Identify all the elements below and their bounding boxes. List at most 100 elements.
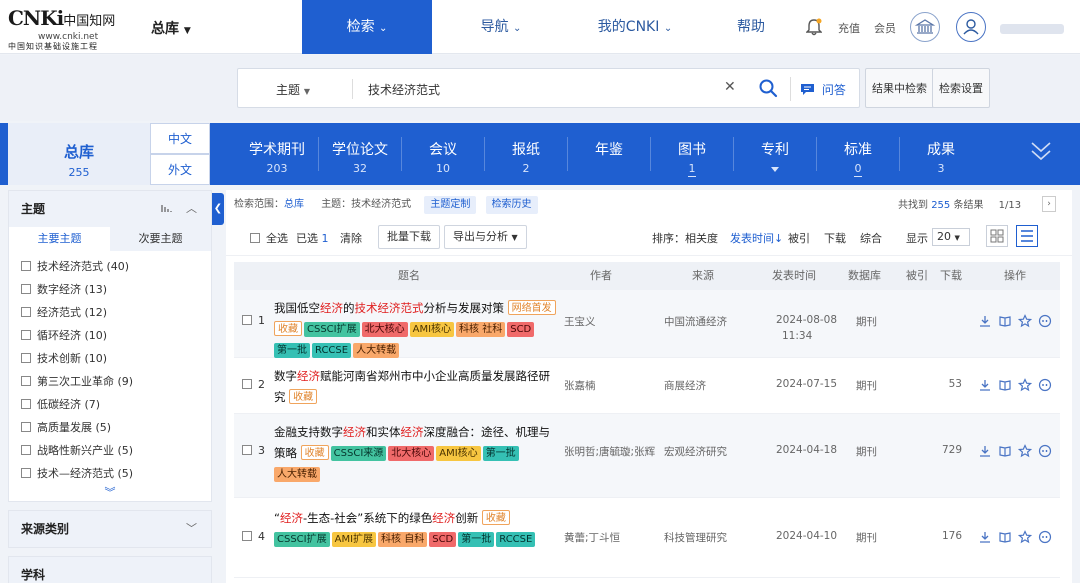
chevron-up-icon[interactable]: ︿ [186,202,197,215]
next-page-button[interactable]: › [1042,196,1056,212]
col-cited[interactable]: 被引 [906,262,928,290]
col-date[interactable]: 发表时间 [772,262,816,290]
source-facet-header[interactable]: 来源类别 ﹀ [9,511,211,547]
checkbox[interactable] [21,284,31,294]
article-title[interactable]: 金融支持数字经济和实体经济深度融合：途径、机理与策略 收藏 CSSCI来源 北大核心… [274,422,558,485]
tab-achievements[interactable]: 成果 3 [900,123,982,185]
nav-search[interactable]: 检索 ⌄ [302,0,432,54]
checkbox[interactable] [21,445,31,455]
facet-item[interactable]: 第三次工业革命 (9) [9,370,211,393]
facet-item[interactable]: 技术—经济范式 (5) [9,462,211,485]
quote-icon[interactable] [1038,378,1052,392]
source-cell[interactable]: 科技管理研究 [664,530,727,545]
recharge-link[interactable]: 充值 [838,20,860,36]
facet-item[interactable]: 高质量发展 (5) [9,416,211,439]
nav-help[interactable]: 帮助 [728,0,774,54]
article-title[interactable]: “经济-生态-社会”系统下的绿色经济创新 收藏CSSCI扩展 AMI扩展 科核 自科… [274,508,558,550]
page-size-select[interactable]: 20 ▼ [932,228,970,246]
tab-conferences[interactable]: 会议 10 [402,123,484,185]
user-avatar[interactable] [956,12,986,42]
col-title[interactable]: 题名 [398,262,420,290]
checkbox[interactable] [21,330,31,340]
facet-item[interactable]: 技术创新 (10) [9,347,211,370]
search-in-results-button[interactable]: 结果中检索 [865,68,934,108]
col-source[interactable]: 来源 [692,262,714,290]
nav-my-cnki[interactable]: 我的CNKI ⌄ [580,0,690,54]
sort-relevance[interactable]: 排序：相关度 [652,230,718,246]
export-analysis-button[interactable]: 导出与分析 ▼ [444,225,527,249]
tab-standards[interactable]: 标准 0 [817,123,899,185]
facet-item[interactable]: 低碳经济 (7) [9,393,211,416]
facet-item[interactable]: 技术经济范式 (40) [9,255,211,278]
favorite-tag[interactable]: 收藏 [481,510,510,525]
batch-download-button[interactable]: 批量下载 [378,225,440,249]
read-icon[interactable] [998,530,1012,544]
tab-all-databases[interactable]: 总库 255 [8,123,150,185]
facet-item[interactable]: 数字经济 (13) [9,278,211,301]
download-icon[interactable] [978,378,992,392]
tab-journals[interactable]: 学术期刊 203 [236,123,318,185]
star-icon[interactable] [1018,530,1032,544]
row-checkbox[interactable]: 1 [242,314,265,327]
grid-view-icon[interactable] [986,225,1008,247]
article-title[interactable]: 数字经济赋能河南省郑州市中小企业高质量发展路径研究 收藏 [274,366,558,408]
expand-more-icon[interactable]: ︾ [9,485,211,501]
search-icon[interactable] [758,78,778,98]
database-dropdown[interactable]: 总库 ▼ [151,18,191,38]
col-downloads[interactable]: 下载 [940,262,962,290]
qa-button[interactable]: 问答 [800,81,846,98]
star-icon[interactable] [1018,444,1032,458]
author-cell[interactable]: 张嘉楠 [564,378,596,393]
checkbox[interactable] [21,261,31,271]
checkbox[interactable] [21,468,31,478]
star-icon[interactable] [1018,314,1032,328]
read-icon[interactable] [998,378,1012,392]
author-cell[interactable]: 王宝义 [564,314,596,329]
facet-item[interactable]: 战略性新兴产业 (5) [9,439,211,462]
star-icon[interactable] [1018,378,1032,392]
facet-item[interactable]: 循环经济 (10) [9,324,211,347]
row-checkbox[interactable]: 2 [242,378,265,391]
download-icon[interactable] [978,444,992,458]
checkbox[interactable] [21,353,31,363]
download-icon[interactable] [978,314,992,328]
row-checkbox[interactable]: 3 [242,444,265,457]
sort-downloads[interactable]: 下载 [824,230,846,246]
search-input[interactable] [368,80,698,98]
sort-overall[interactable]: 综合 [860,230,882,246]
row-checkbox[interactable]: 4 [242,530,265,543]
checkbox[interactable] [21,307,31,317]
double-chevron-down-icon[interactable] [1028,137,1054,167]
cnki-logo[interactable]: CNKi中国知网 www.cnki.net 中国知识基础设施工程 [8,8,128,51]
quote-icon[interactable] [1038,444,1052,458]
tab-yearbooks[interactable]: 年鉴 [568,123,650,185]
collapse-sidebar-button[interactable]: ❮ [212,193,224,225]
facet-item[interactable]: 经济范式 (12) [9,301,211,324]
favorite-tag[interactable]: 收藏 [289,389,318,404]
topic-customize-chip[interactable]: 主题定制 [424,196,477,214]
search-settings-button[interactable]: 检索设置 [932,68,990,108]
bar-chart-icon[interactable] [160,203,173,213]
author-cell[interactable]: 黄蕾;丁斗恒 [564,530,620,545]
source-cell[interactable]: 商展经济 [664,378,706,393]
institution-button[interactable] [910,12,940,42]
favorite-tag[interactable]: 收藏 [274,321,302,336]
clear-icon[interactable]: ✕ [724,79,736,95]
search-history-chip[interactable]: 检索历史 [485,196,538,214]
quote-icon[interactable] [1038,314,1052,328]
tab-theses[interactable]: 学位论文 32 [319,123,401,185]
tab-patents[interactable]: 专利 [734,123,816,185]
list-view-icon[interactable] [1016,225,1038,247]
select-all-checkbox[interactable]: 全选 [250,230,288,246]
checkbox[interactable] [21,399,31,409]
chevron-down-icon[interactable]: ﹀ [186,511,197,547]
member-link[interactable]: 会员 [874,20,896,36]
read-icon[interactable] [998,314,1012,328]
favorite-tag[interactable]: 收藏 [300,445,329,460]
col-database[interactable]: 数据库 [848,262,881,290]
subject-facet-header[interactable]: 学科 [9,557,211,583]
article-title[interactable]: 我国低空经济的技术经济范式分析与发展对策 网络首发收藏 CSSCI扩展 北大核心 AM… [274,298,558,361]
checkbox[interactable] [21,422,31,432]
bell-icon[interactable] [806,18,822,36]
read-icon[interactable] [998,444,1012,458]
